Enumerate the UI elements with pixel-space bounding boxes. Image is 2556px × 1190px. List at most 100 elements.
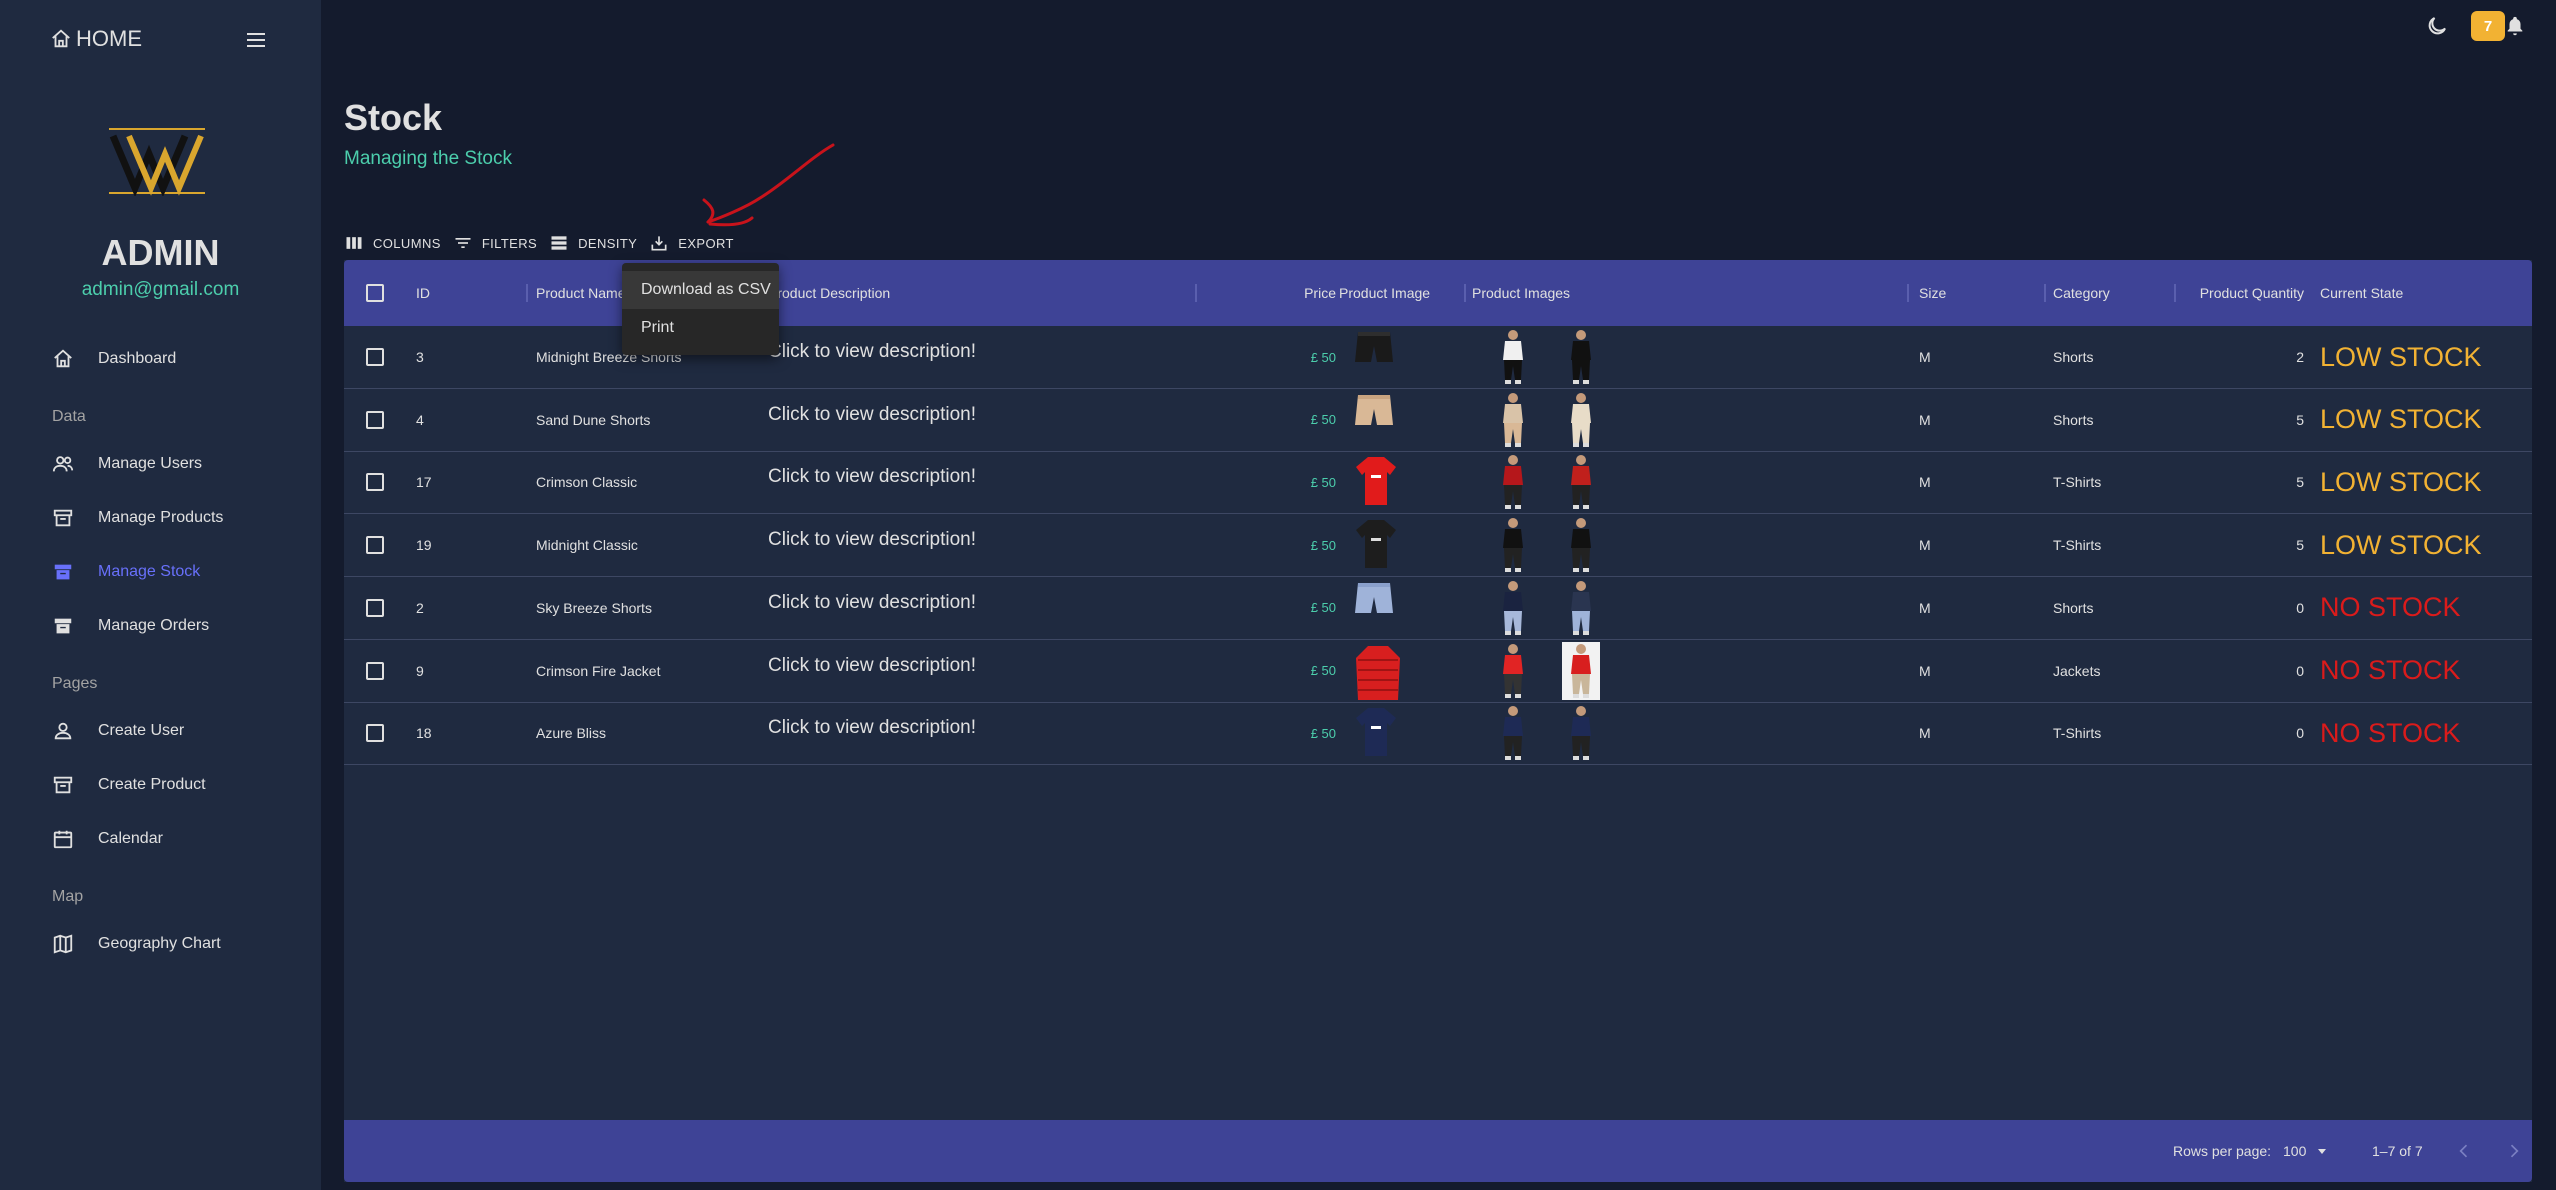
home-label: HOME: [76, 26, 142, 51]
filters-button[interactable]: FILTERS: [453, 233, 537, 253]
column-header-state[interactable]: Current State: [2320, 260, 2403, 326]
row-checkbox[interactable]: [366, 389, 384, 451]
column-header-product-image[interactable]: Product Image: [1339, 260, 1430, 326]
status-text: NO STOCK: [2320, 717, 2461, 748]
cell-size: M: [1919, 537, 1931, 554]
annotation-arrow: [702, 143, 835, 227]
rows-per-page-select[interactable]: 100: [2283, 1120, 2328, 1182]
columns-button[interactable]: COLUMNS: [344, 233, 441, 253]
dark-mode-icon[interactable]: [2425, 14, 2449, 38]
cell-description[interactable]: Click to view description!: [768, 326, 976, 388]
cell-name: Sky Breeze Shorts: [536, 599, 652, 616]
column-header-price[interactable]: Price: [1204, 260, 1336, 326]
cell-id: 18: [416, 725, 432, 742]
next-page-icon[interactable]: [2504, 1141, 2524, 1161]
column-header-size[interactable]: Size: [1919, 260, 1946, 326]
print-item[interactable]: Print: [622, 309, 779, 347]
row-checkbox[interactable]: [366, 640, 384, 702]
sidebar-item-dashboard[interactable]: Dashboard: [52, 343, 176, 375]
cell-description[interactable]: Click to view description!: [768, 640, 976, 702]
home-icon: [54, 349, 72, 368]
cell-id: 2: [416, 599, 424, 616]
prev-page-icon[interactable]: [2454, 1141, 2474, 1161]
menu-icon[interactable]: [244, 28, 268, 52]
cell-description[interactable]: Click to view description!: [768, 702, 976, 764]
sidebar-item-label: Create User: [98, 722, 185, 739]
product-image-thumb[interactable]: [1562, 704, 1600, 767]
page-subtitle: Managing the Stock: [344, 148, 512, 169]
table-row[interactable]: 18 Azure Bliss Click to view description! £…: [344, 702, 2532, 767]
select-all-checkbox[interactable]: [366, 260, 384, 326]
sidebar-item-create-product[interactable]: Create Product: [52, 769, 206, 801]
product-image[interactable]: [1354, 393, 1394, 434]
density-button[interactable]: DENSITY: [549, 233, 637, 253]
product-image-thumb[interactable]: [1494, 579, 1532, 642]
cell-id: 9: [416, 662, 424, 679]
admin-name: ADMIN: [101, 232, 220, 273]
cell-quantity: 5: [2296, 474, 2304, 491]
column-header-id[interactable]: ID: [416, 260, 430, 326]
cell-description[interactable]: Click to view description!: [768, 389, 976, 451]
cell-description[interactable]: Click to view description!: [768, 577, 976, 639]
product-image[interactable]: [1354, 706, 1398, 763]
column-header-product-images[interactable]: Product Images: [1472, 260, 1570, 326]
product-image-thumb[interactable]: [1494, 642, 1532, 705]
cell-description[interactable]: Click to view description!: [768, 451, 976, 513]
cell-name: Azure Bliss: [536, 725, 607, 742]
product-image-thumb[interactable]: [1494, 328, 1532, 391]
cell-category: T-Shirts: [2053, 725, 2102, 742]
cell-quantity: 0: [2296, 725, 2304, 742]
sidebar-item-calendar[interactable]: Calendar: [52, 823, 163, 855]
product-image-thumb[interactable]: [1494, 704, 1532, 767]
status-label: NO STOCK: [2320, 702, 2461, 764]
notification-badge[interactable]: 7: [2471, 11, 2505, 41]
product-image[interactable]: [1354, 581, 1394, 622]
table-row[interactable]: 17 Crimson Classic Click to view descripti…: [344, 451, 2532, 516]
product-image-thumb[interactable]: [1494, 453, 1532, 516]
table-row[interactable]: 4 Sand Dune Shorts Click to view descripti…: [344, 389, 2532, 452]
column-header-description[interactable]: Product Description: [768, 260, 890, 326]
sidebar-item-label: Manage Users: [98, 455, 203, 472]
product-image[interactable]: [1354, 518, 1398, 575]
admin-email: admin@gmail.com: [81, 279, 240, 300]
sidebar-item-manage-products[interactable]: Manage Products: [52, 502, 223, 534]
home-icon: [52, 29, 70, 48]
product-image[interactable]: [1354, 455, 1398, 512]
row-checkbox[interactable]: [366, 577, 384, 639]
table-row[interactable]: 2 Sky Breeze Shorts Click to view descript…: [344, 577, 2532, 640]
cell-size: M: [1919, 349, 1931, 365]
row-checkbox[interactable]: [366, 702, 384, 764]
row-checkbox[interactable]: [366, 514, 384, 576]
status-text: LOW STOCK: [2320, 529, 2482, 560]
sidebar-item-manage-stock[interactable]: Manage Stock: [52, 556, 200, 588]
product-image[interactable]: [1354, 330, 1394, 371]
product-image-thumb[interactable]: [1562, 453, 1600, 516]
cell-id: 4: [416, 411, 424, 428]
table-row[interactable]: 9 Crimson Fire Jacket Click to view descri…: [344, 640, 2532, 703]
bell-icon[interactable]: [2504, 14, 2526, 38]
table-row[interactable]: 19 Midnight Classic Click to view descript…: [344, 514, 2532, 579]
download-csv-item[interactable]: Download as CSV: [622, 271, 779, 309]
column-header-category[interactable]: Category: [2053, 260, 2110, 326]
export-button[interactable]: EXPORT: [649, 233, 734, 253]
product-image-thumb[interactable]: [1562, 391, 1600, 454]
product-image-thumb[interactable]: [1562, 641, 1600, 705]
home-link[interactable]: HOME: [50, 26, 142, 52]
sidebar-item-create-user[interactable]: Create User: [52, 715, 184, 747]
product-image-thumb[interactable]: [1562, 579, 1600, 642]
sidebar-item-manage-orders[interactable]: Manage Orders: [52, 610, 209, 642]
row-checkbox[interactable]: [366, 326, 384, 388]
product-image-thumb[interactable]: [1494, 391, 1532, 454]
export-label: EXPORT: [678, 235, 734, 251]
product-image-thumb[interactable]: [1494, 516, 1532, 579]
row-checkbox[interactable]: [366, 451, 384, 513]
product-image-thumb[interactable]: [1562, 328, 1600, 391]
sidebar-item-geography-chart[interactable]: Geography Chart: [52, 928, 221, 960]
status-text: LOW STOCK: [2320, 404, 2482, 435]
sidebar-item-manage-users[interactable]: Manage Users: [52, 448, 202, 480]
product-image[interactable]: [1354, 644, 1402, 707]
cell-description[interactable]: Click to view description!: [768, 514, 976, 576]
column-header-name[interactable]: Product Name: [536, 260, 625, 326]
column-header-quantity[interactable]: Product Quantity: [2184, 260, 2304, 326]
product-image-thumb[interactable]: [1562, 516, 1600, 579]
